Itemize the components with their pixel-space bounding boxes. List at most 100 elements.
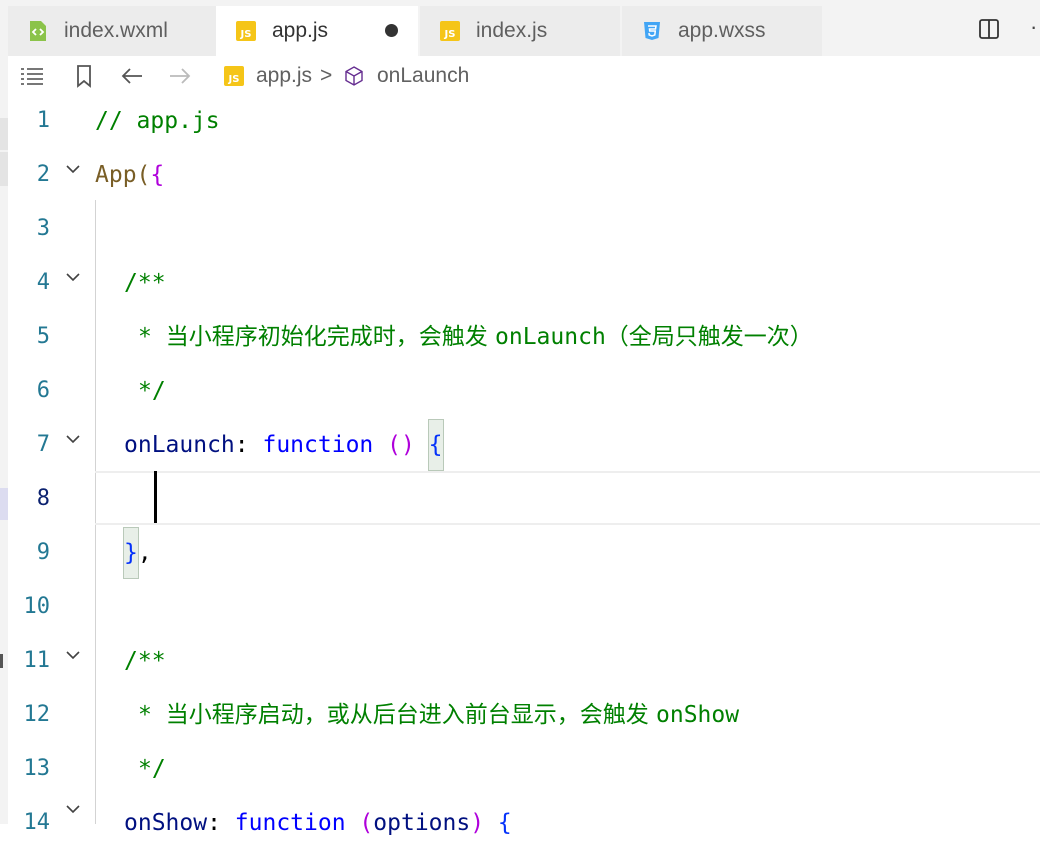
method-cube-icon <box>340 62 368 90</box>
editor-tab-bar: index.wxml JS app.js JS index.js app.wxs… <box>8 0 1040 56</box>
comment-prefix: * <box>138 324 166 350</box>
line-number: 2 <box>36 162 50 187</box>
property: onLaunch <box>124 432 235 458</box>
line-number: 5 <box>36 324 50 349</box>
line-number: 9 <box>36 540 50 565</box>
bookmark-icon[interactable] <box>70 62 98 90</box>
code-line: 3 <box>8 202 1040 256</box>
comment-zh: 当小程序启动，或从后台进入前台显示，会触发 <box>165 702 657 728</box>
tab-label: index.wxml <box>64 19 168 42</box>
text-cursor <box>154 471 157 523</box>
tab-label: app.wxss <box>678 19 766 42</box>
identifier: App( <box>95 162 151 188</box>
code-text: /** <box>124 270 166 296</box>
code-line: 14 onShow: function (options) { <box>8 796 1040 850</box>
code-text: onLaunch: function () { <box>124 418 444 472</box>
back-arrow-icon[interactable] <box>118 62 146 90</box>
svg-text:JS: JS <box>444 29 456 40</box>
line-number: 6 <box>36 378 50 403</box>
line-number: 14 <box>23 810 51 835</box>
parens: ( <box>345 810 374 836</box>
code-line: 2 App({ <box>8 148 1040 202</box>
property: onShow <box>124 810 208 836</box>
unsaved-dot-icon[interactable] <box>385 24 398 37</box>
tab-index-wxml[interactable]: index.wxml <box>8 6 216 56</box>
breadcrumb-separator: > <box>320 64 333 87</box>
code-text: */ <box>138 378 166 404</box>
split-editor-icon[interactable] <box>976 14 1002 44</box>
tab-app-wxss[interactable]: app.wxss <box>622 6 822 56</box>
colon: : <box>207 810 235 836</box>
fold-chevron-icon[interactable] <box>64 268 82 286</box>
breadcrumb-file[interactable]: app.js <box>256 64 312 88</box>
line-number: 4 <box>36 270 50 295</box>
fold-chevron-icon[interactable] <box>64 160 82 178</box>
code-text: * 当小程序启动，或从后台进入前台显示，会触发 onShow <box>138 688 739 742</box>
comment-word: onShow <box>656 702 740 728</box>
comment-zh: （全局只触发一次） <box>605 324 813 350</box>
comment-zh: 当小程序初始化完成时，会触发 <box>165 324 496 350</box>
code-text: }, <box>123 526 152 580</box>
code-line: 7 onLaunch: function () { <box>8 418 1040 472</box>
code-text: * 当小程序初始化完成时，会触发 onLaunch（全局只触发一次） <box>138 310 813 364</box>
svg-text:JS: JS <box>228 74 240 85</box>
line-number: 11 <box>23 648 51 673</box>
svg-text:JS: JS <box>240 29 252 40</box>
css-file-icon <box>640 19 664 43</box>
code-line: 1 // app.js <box>8 94 1040 148</box>
tab-label: index.js <box>476 19 548 42</box>
line-number: 13 <box>23 756 51 781</box>
edge-marker <box>0 118 8 150</box>
code-line: 6 */ <box>8 364 1040 418</box>
line-number: 3 <box>36 216 50 241</box>
tab-app-js[interactable]: JS app.js <box>216 6 418 56</box>
brace: { <box>150 162 165 188</box>
code-editor[interactable]: 1 // app.js 2 App({ 3 4 /** 5 * 当小程序初始化完… <box>8 94 1040 836</box>
comment-prefix: * <box>138 702 166 728</box>
tab-label: app.js <box>272 19 329 42</box>
brace: { <box>497 810 512 836</box>
activity-edge <box>0 0 8 824</box>
line-number: 7 <box>36 432 50 457</box>
wxml-file-icon <box>26 19 50 43</box>
comma: , <box>137 540 152 566</box>
keyword: function <box>262 432 374 458</box>
code-text: // app.js <box>95 108 220 134</box>
brace: { <box>427 419 444 471</box>
code-line: 13 */ <box>8 742 1040 796</box>
outline-list-icon[interactable] <box>18 62 46 90</box>
parens: () <box>373 432 429 458</box>
parameter: options <box>373 810 471 836</box>
forward-arrow-icon[interactable] <box>166 62 194 90</box>
code-text: onShow: function (options) { <box>124 796 512 850</box>
code-line: 8 <box>8 472 1040 526</box>
edge-marker <box>0 488 8 520</box>
code-text: */ <box>138 756 166 782</box>
line-number: 1 <box>36 108 50 133</box>
code-text: /** <box>124 648 166 674</box>
fold-chevron-icon[interactable] <box>64 430 82 448</box>
comment-word: onLaunch <box>495 324 606 350</box>
tab-index-js[interactable]: JS index.js <box>420 6 620 56</box>
more-actions-icon[interactable]: · <box>1030 12 1040 42</box>
code-line: 12 * 当小程序启动，或从后台进入前台显示，会触发 onShow <box>8 688 1040 742</box>
line-number: 12 <box>23 702 51 727</box>
breadcrumb: JS app.js > onLaunch <box>8 56 1040 96</box>
code-line: 5 * 当小程序初始化完成时，会触发 onLaunch（全局只触发一次） <box>8 310 1040 364</box>
code-line: 4 /** <box>8 256 1040 310</box>
edge-marker <box>0 152 8 186</box>
breadcrumb-symbol[interactable]: onLaunch <box>377 64 469 88</box>
js-file-icon: JS <box>220 62 248 90</box>
code-line: 11 /** <box>8 634 1040 688</box>
brace: } <box>123 527 139 579</box>
js-file-icon: JS <box>438 19 462 43</box>
code-line: 9 }, <box>8 526 1040 580</box>
colon: : <box>234 432 263 458</box>
fold-chevron-icon[interactable] <box>64 800 82 818</box>
code-text: App({ <box>95 148 164 202</box>
keyword: function <box>234 810 346 836</box>
edge-tick <box>0 654 3 668</box>
code-line: 10 <box>8 580 1040 634</box>
fold-chevron-icon[interactable] <box>64 646 82 664</box>
line-number: 10 <box>23 594 51 619</box>
